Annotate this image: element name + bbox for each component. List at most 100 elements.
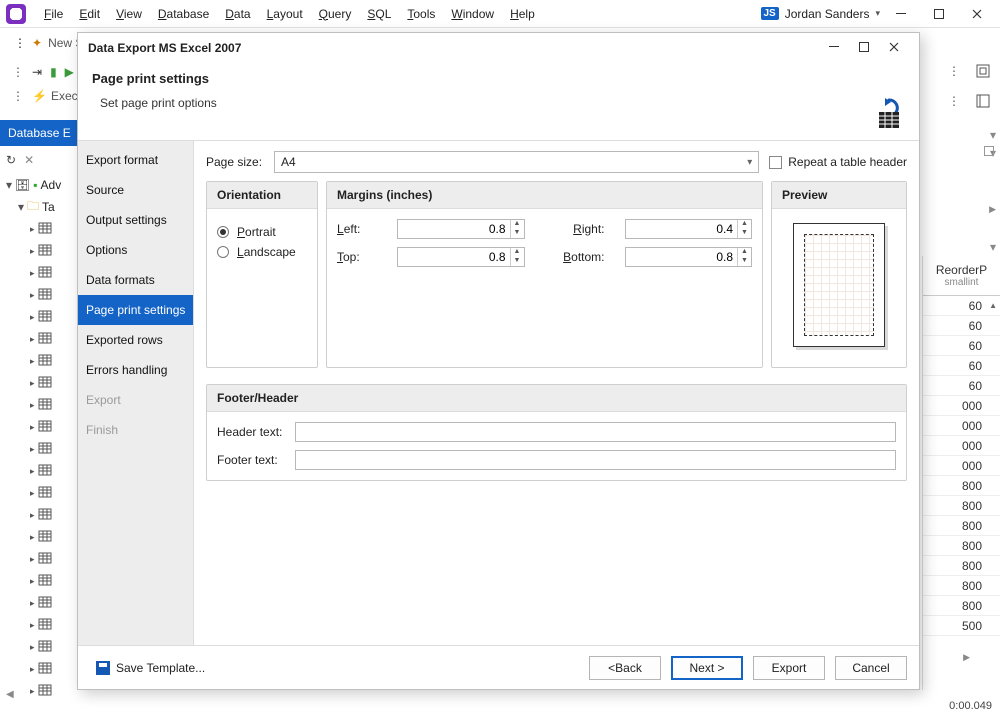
margin-bottom-input[interactable] bbox=[626, 250, 752, 264]
tree-table-row[interactable]: ▸ bbox=[4, 482, 80, 504]
menu-window[interactable]: Window bbox=[443, 3, 502, 25]
tree-table-row[interactable]: ▸ bbox=[4, 460, 80, 482]
save-template-button[interactable]: Save Template... bbox=[90, 659, 211, 677]
tree-table-row[interactable]: ▸ bbox=[4, 350, 80, 372]
nav-source[interactable]: Source bbox=[78, 175, 193, 205]
footer-header-panel: Footer/Header Header text: Footer text: bbox=[206, 384, 907, 481]
margin-right-input[interactable] bbox=[626, 222, 752, 236]
tree-table-row[interactable]: ▸ bbox=[4, 680, 80, 702]
lightning-icon: ⚡ bbox=[32, 89, 47, 103]
tree-table-row[interactable]: ▸ bbox=[4, 416, 80, 438]
grid-cell[interactable]: 60 bbox=[923, 376, 1000, 396]
tree-table-row[interactable]: ▸ bbox=[4, 636, 80, 658]
grid-cell[interactable]: 60 bbox=[923, 356, 1000, 376]
close-icon[interactable]: ✕ bbox=[24, 153, 34, 167]
export-button[interactable]: Export bbox=[753, 656, 825, 680]
dialog-close-button[interactable] bbox=[879, 41, 909, 55]
grid-cell[interactable]: 000 bbox=[923, 416, 1000, 436]
tree-table-row[interactable]: ▸ bbox=[4, 262, 80, 284]
grid-cell[interactable]: 60 bbox=[923, 336, 1000, 356]
nav-exported-rows[interactable]: Exported rows bbox=[78, 325, 193, 355]
margin-bottom-spin[interactable]: ▲▼ bbox=[625, 247, 753, 267]
grid-cell[interactable]: 800 bbox=[923, 536, 1000, 556]
app-icon bbox=[6, 4, 26, 24]
window-minimize-button[interactable] bbox=[884, 3, 918, 25]
layout-icon-2[interactable] bbox=[976, 94, 990, 108]
tree-table-row[interactable]: ▸ bbox=[4, 306, 80, 328]
grid-cell[interactable]: 000 bbox=[923, 396, 1000, 416]
dialog-minimize-button[interactable] bbox=[819, 41, 849, 55]
orientation-portrait-radio[interactable]: Portrait bbox=[217, 225, 307, 239]
menu-tools[interactable]: Tools bbox=[399, 3, 443, 25]
grid-cell[interactable]: 800 bbox=[923, 476, 1000, 496]
grid-cell[interactable]: 500 bbox=[923, 616, 1000, 636]
tree-table-row[interactable]: ▸ bbox=[4, 570, 80, 592]
orientation-landscape-radio[interactable]: Landscape bbox=[217, 245, 307, 259]
margin-left-input[interactable] bbox=[398, 222, 524, 236]
nav-data-formats[interactable]: Data formats bbox=[78, 265, 193, 295]
refresh-icon[interactable]: ↻ bbox=[6, 153, 16, 167]
footer-text-input[interactable] bbox=[295, 450, 896, 470]
menu-sql[interactable]: SQL bbox=[359, 3, 399, 25]
tree-table-row[interactable]: ▸ bbox=[4, 372, 80, 394]
grid-cell[interactable]: 000 bbox=[923, 456, 1000, 476]
grid-cell[interactable]: 60 bbox=[923, 296, 1000, 316]
menu-layout[interactable]: Layout bbox=[259, 3, 311, 25]
tree-table-row[interactable]: ▸ bbox=[4, 218, 80, 240]
nav-export-format[interactable]: Export format bbox=[78, 145, 193, 175]
tree-table-row[interactable]: ▸ bbox=[4, 658, 80, 680]
back-button[interactable]: < Back bbox=[589, 656, 661, 680]
nav-output-settings[interactable]: Output settings bbox=[78, 205, 193, 235]
column-header[interactable]: ReorderP smallint bbox=[923, 256, 1000, 296]
grid-cell[interactable]: 60 bbox=[923, 316, 1000, 336]
menu-file[interactable]: File bbox=[36, 3, 71, 25]
split-icon[interactable] bbox=[984, 146, 994, 156]
menu-database[interactable]: Database bbox=[150, 3, 217, 25]
grid-cell[interactable]: 800 bbox=[923, 556, 1000, 576]
margin-bottom-label: Bottom: bbox=[545, 250, 605, 264]
menu-data[interactable]: Data bbox=[217, 3, 258, 25]
tree-tables-node[interactable]: ▾ 🗀 Ta bbox=[4, 196, 80, 218]
grid-cell[interactable]: 800 bbox=[923, 496, 1000, 516]
header-text-input[interactable] bbox=[295, 422, 896, 442]
tree-table-row[interactable]: ▸ bbox=[4, 614, 80, 636]
nav-page-print-settings[interactable]: Page print settings bbox=[78, 295, 193, 325]
dialog-maximize-button[interactable] bbox=[849, 41, 879, 55]
tree-table-row[interactable]: ▸ bbox=[4, 328, 80, 350]
margin-top-spin[interactable]: ▲▼ bbox=[397, 247, 525, 267]
toolbar-icon[interactable]: ⇥ bbox=[32, 65, 42, 79]
menu-query[interactable]: Query bbox=[311, 3, 360, 25]
play-icon[interactable]: ▶ bbox=[65, 65, 74, 79]
layout-icon-1[interactable] bbox=[976, 64, 990, 78]
grid-cell[interactable]: 800 bbox=[923, 596, 1000, 616]
tree-table-row[interactable]: ▸ bbox=[4, 548, 80, 570]
menu-edit[interactable]: Edit bbox=[71, 3, 108, 25]
tree-table-row[interactable]: ▸ bbox=[4, 438, 80, 460]
tree-table-row[interactable]: ▸ bbox=[4, 394, 80, 416]
next-button[interactable]: Next > bbox=[671, 656, 743, 680]
page-size-select[interactable]: A4 bbox=[274, 151, 759, 173]
tree-table-row[interactable]: ▸ bbox=[4, 526, 80, 548]
window-close-button[interactable] bbox=[960, 3, 994, 25]
user-menu[interactable]: JS Jordan Sanders ▾ bbox=[761, 7, 881, 21]
cancel-button[interactable]: Cancel bbox=[835, 656, 907, 680]
tree-scroll-left[interactable]: ◀ bbox=[6, 689, 14, 700]
repeat-header-checkbox[interactable]: Repeat a table header bbox=[769, 155, 907, 169]
tree-table-row[interactable]: ▸ bbox=[4, 504, 80, 526]
run-icon[interactable]: ▮ bbox=[50, 65, 57, 79]
menu-help[interactable]: Help bbox=[502, 3, 543, 25]
grid-cell[interactable]: 000 bbox=[923, 436, 1000, 456]
margin-left-input入[interactable]: ▲▼ bbox=[397, 219, 525, 239]
nav-errors-handling[interactable]: Errors handling bbox=[78, 355, 193, 385]
grid-cell[interactable]: 800 bbox=[923, 516, 1000, 536]
grid-cell[interactable]: 800 bbox=[923, 576, 1000, 596]
margin-right-spin[interactable]: ▲▼ bbox=[625, 219, 753, 239]
margin-top-input[interactable] bbox=[398, 250, 524, 264]
tree-table-row[interactable]: ▸ bbox=[4, 592, 80, 614]
window-maximize-button[interactable] bbox=[922, 3, 956, 25]
tree-table-row[interactable]: ▸ bbox=[4, 240, 80, 262]
tree-db-root[interactable]: ▾ 🗄 ▪ Adv bbox=[4, 174, 80, 196]
nav-options[interactable]: Options bbox=[78, 235, 193, 265]
tree-table-row[interactable]: ▸ bbox=[4, 284, 80, 306]
menu-view[interactable]: View bbox=[108, 3, 150, 25]
